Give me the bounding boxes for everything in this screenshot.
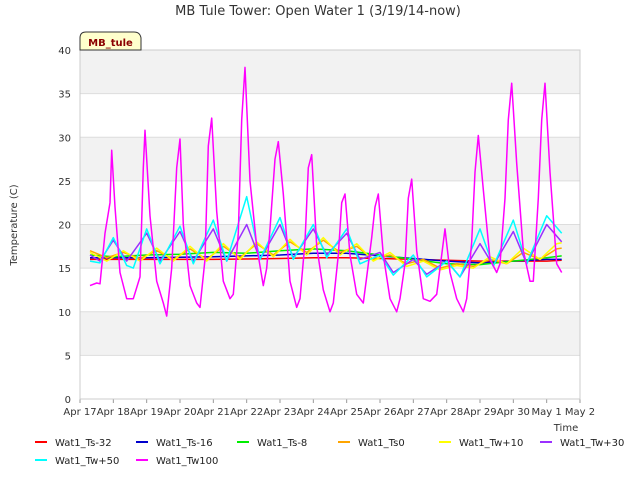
- y-tick-label: 35: [58, 90, 71, 101]
- x-tick-label: Apr 29: [463, 407, 496, 418]
- x-tick-label: Apr 28: [430, 407, 463, 418]
- x-tick-label: Apr 27: [397, 407, 430, 418]
- x-tick-label: Apr 17: [63, 407, 96, 418]
- site-tag: MB_tule: [79, 31, 142, 51]
- y-tick-label: 15: [58, 264, 71, 275]
- legend-label: Wat1_Ts-8: [257, 438, 307, 449]
- x-tick-label: Apr 22: [230, 407, 263, 418]
- legend-label: Wat1_Ts-16: [156, 438, 213, 449]
- y-tick-label: 25: [58, 177, 71, 188]
- legend-label: Wat1_Tw+50: [55, 456, 119, 467]
- x-tick-label: Apr 19: [130, 407, 163, 418]
- x-tick-label: Apr 23: [263, 407, 296, 418]
- legend-label: Wat1_Tw+10: [459, 438, 523, 449]
- y-axis-label: Temperature (C): [9, 184, 20, 266]
- x-axis-label: Time: [553, 423, 578, 434]
- x-tick-label: Apr 26: [363, 407, 396, 418]
- y-tick-label: 10: [58, 308, 71, 319]
- legend-label: Wat1_Tw100: [156, 456, 218, 467]
- plot-band: [80, 137, 580, 181]
- y-tick-label: 5: [65, 351, 71, 362]
- x-axis-ticks: Apr 17 Apr 18 Apr 19 Apr 20 Apr 21 Apr 22 Apr …: [63, 399, 595, 418]
- site-tag-label: MB_tule: [88, 38, 133, 49]
- chart-title: MB Tule Tower: Open Water 1 (3/19/14-now…: [175, 4, 461, 19]
- temperature-chart: MB Tule Tower: Open Water 1 (3/19/14-now…: [9, 4, 624, 467]
- x-tick-label: Apr 21: [197, 407, 230, 418]
- y-tick-label: 20: [58, 221, 71, 232]
- x-tick-label: Apr 20: [163, 407, 196, 418]
- plot-band: [80, 311, 580, 356]
- x-tick-label: May 2: [565, 407, 595, 418]
- legend-label: Wat1_Ts0: [358, 438, 405, 449]
- x-tick-label: Apr 24: [297, 407, 330, 418]
- y-tick-label: 30: [58, 133, 71, 144]
- x-tick-label: Apr 25: [330, 407, 363, 418]
- legend-label: Wat1_Tw+30: [560, 438, 624, 449]
- x-tick-label: Apr 18: [97, 407, 130, 418]
- x-tick-label: Apr 30: [497, 407, 530, 418]
- legend-label: Wat1_Ts-32: [55, 438, 112, 449]
- y-axis-ticks: 0 5 10 15 20 25 30 35 40: [58, 46, 71, 406]
- legend: Wat1_Ts-32 Wat1_Ts-16 Wat1_Ts-8 Wat1_Ts0 Wat…: [35, 438, 624, 467]
- x-tick-label: May 1: [532, 407, 562, 418]
- y-tick-label: 0: [65, 395, 71, 406]
- y-tick-label: 40: [58, 46, 71, 57]
- plot-band: [80, 50, 580, 94]
